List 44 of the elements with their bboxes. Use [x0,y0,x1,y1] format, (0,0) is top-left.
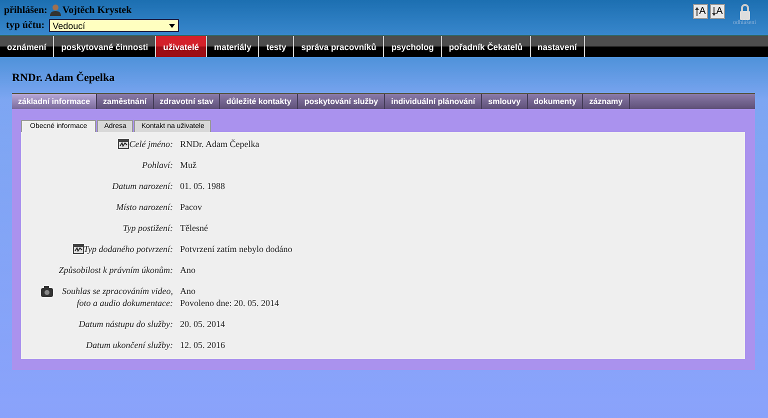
field-value: 12. 05. 2016 [180,339,225,351]
field-label: Pohlaví: [142,159,173,171]
field-value: Tělesné [180,222,208,234]
field-label: Způsobilost k právním úkonům: [58,264,173,276]
field-value: 20. 05. 2014 [180,318,225,330]
field-value: Ano [180,264,196,276]
field-label: Datum ukončení služby: [86,339,173,351]
field-value: Ano [180,285,196,297]
field-value: Pacov [180,201,202,213]
camera-icon [41,286,53,297]
field-label: Typ dodaného potvrzení: [84,243,173,255]
font-increase-button[interactable]: A [693,4,708,19]
field-value: 01. 05. 1988 [180,180,225,192]
user-prefix: přihlášen: [4,4,48,16]
field-label: Souhlas se zpracováním video, foto a audio dokumentace: [61,285,173,309]
field-label: Místo narození: [116,201,173,213]
lock-icon[interactable] [738,4,750,20]
field-label: Typ postižení: [122,222,173,234]
nav-item[interactable]: psycholog [384,36,442,57]
nav-item[interactable]: uživatelé [156,36,208,57]
nav-item[interactable]: správa pracovníků [294,36,384,57]
nav-item[interactable]: pořadník Čekatelů [442,36,531,57]
account-type-select[interactable]: Vedoucí [48,19,179,32]
field-value: Povoleno dne: 20. 05. 2014 [180,297,279,309]
field-label: Datum nástupu do služby: [78,318,173,330]
nav-item[interactable]: testy [259,36,294,57]
field-label: Datum narození: [112,180,173,192]
up-arrow-icon [695,7,700,16]
page-title: RNDr. Adam Čepelka [12,72,116,86]
nav-item[interactable]: oznámení [0,36,54,57]
account-type-label: typ účtu: [6,20,45,31]
nav-item[interactable]: nastavení [530,36,585,57]
down-arrow-icon [712,7,716,16]
nav-item[interactable]: materiály [207,36,260,57]
field-label: Celé jméno: [129,138,173,150]
field-value: Potvrzení zatím nebylo dodáno [180,243,292,255]
font-decrease-button[interactable]: A [710,4,725,19]
signature-icon [72,244,84,254]
signature-icon [118,139,130,149]
caret-icon [168,24,175,28]
field-value: Muž [180,159,196,171]
field-value: RNDr. Adam Čepelka [180,138,260,150]
person-icon [50,4,62,16]
user-name: Vojtěch Krystek [62,4,132,16]
